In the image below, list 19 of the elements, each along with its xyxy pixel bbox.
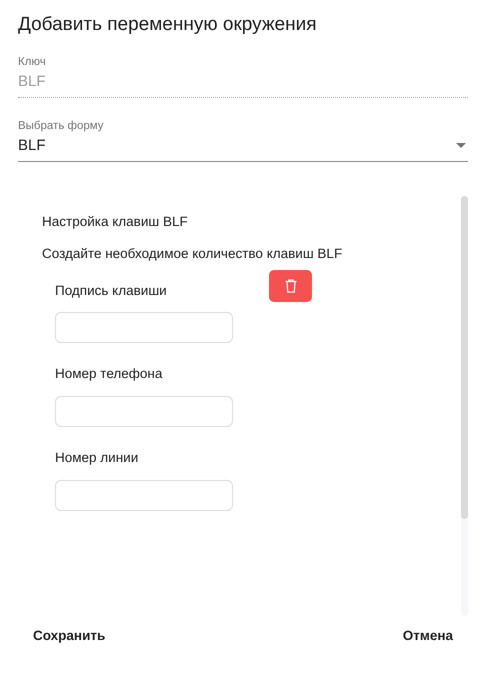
scrollbar-thumb[interactable] [461,196,468,519]
input-field[interactable] [55,396,233,427]
caret-icon [456,143,466,148]
field-label: Подпись клавиши [55,283,167,298]
key-label: Ключ [18,56,47,68]
form-select-label: Выбрать форму [18,120,105,132]
action-button[interactable]: Сохранить [33,624,106,647]
form-select[interactable]: BLF [18,132,468,162]
trash-icon [284,279,296,293]
dialog-title: Добавить переменную окружения [18,14,318,36]
input-field[interactable] [55,480,233,511]
scrollbar[interactable] [461,196,468,616]
delete-button[interactable] [269,270,312,302]
action-button[interactable]: Отмена [402,624,453,647]
field-label: Номер линии [55,450,138,465]
input-field[interactable] [55,312,233,343]
panel-description: Создайте необходимое количество клавиш BLF [42,246,344,261]
panel-heading: Настройка клавиш BLF [42,214,189,229]
field-label: Номер телефона [55,366,162,381]
